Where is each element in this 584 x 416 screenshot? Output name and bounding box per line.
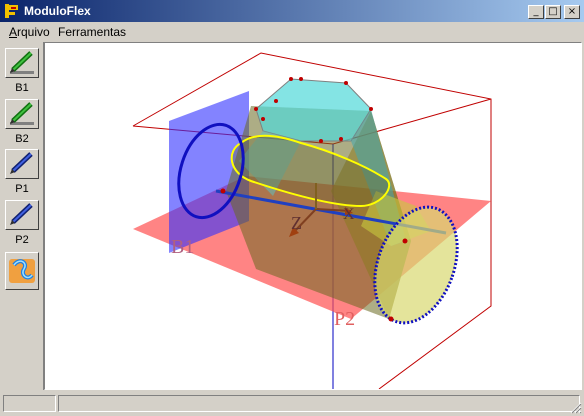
- menu-arquivo[interactable]: Arquivo: [9, 25, 50, 39]
- menu-arquivo-rest: rquivo: [17, 25, 50, 39]
- flex-module-icon: [9, 259, 35, 283]
- blue-pencil-icon: [10, 203, 33, 225]
- menu-ferramentas[interactable]: Ferramentas: [58, 25, 126, 39]
- blue-pencil-icon: [10, 152, 33, 174]
- close-button[interactable]: ×: [564, 5, 580, 19]
- title-bar[interactable]: ModuloFlex _ □ ×: [0, 0, 584, 22]
- tool-p1-label: P1: [15, 183, 29, 195]
- label-p2: P2: [334, 308, 355, 330]
- tool-b2-button[interactable]: [5, 99, 39, 129]
- maximize-button[interactable]: □: [545, 5, 561, 19]
- tool-b2-label: B2: [15, 133, 29, 145]
- green-pencil-icon: [10, 51, 34, 74]
- status-pane-1: [3, 395, 56, 412]
- tool-p2-label: P2: [15, 234, 29, 246]
- label-z: Z: [291, 213, 302, 233]
- minimize-button[interactable]: _: [528, 5, 544, 19]
- menu-bar: Arquivo Ferramentas: [0, 22, 584, 41]
- label-x: X: [343, 206, 355, 223]
- menu-arquivo-mnemonic: A: [9, 25, 18, 39]
- app-icon: [5, 4, 18, 18]
- green-pencil-icon: [10, 102, 34, 125]
- tool-p1-button[interactable]: [5, 149, 39, 179]
- tool-p2-button[interactable]: [5, 200, 39, 230]
- resize-grip-icon[interactable]: [570, 402, 582, 414]
- tool-palette: B1 B2 P1 P2: [2, 42, 44, 390]
- label-b1: B1: [171, 236, 194, 258]
- status-pane-2: [58, 395, 580, 412]
- tool-flex-button[interactable]: [5, 252, 39, 290]
- window-title: ModuloFlex: [24, 4, 91, 18]
- tool-b1-label: B1: [15, 82, 29, 94]
- 3d-viewport[interactable]: B1 P2 Z X: [44, 42, 582, 390]
- tool-b1-button[interactable]: [5, 48, 39, 78]
- status-bar: [0, 392, 584, 416]
- app-window: ModuloFlex _ □ × Arquivo Ferramentas B1: [0, 0, 584, 416]
- hull-top: [255, 78, 372, 142]
- scene-canvas[interactable]: B1 P2 Z X: [45, 43, 581, 389]
